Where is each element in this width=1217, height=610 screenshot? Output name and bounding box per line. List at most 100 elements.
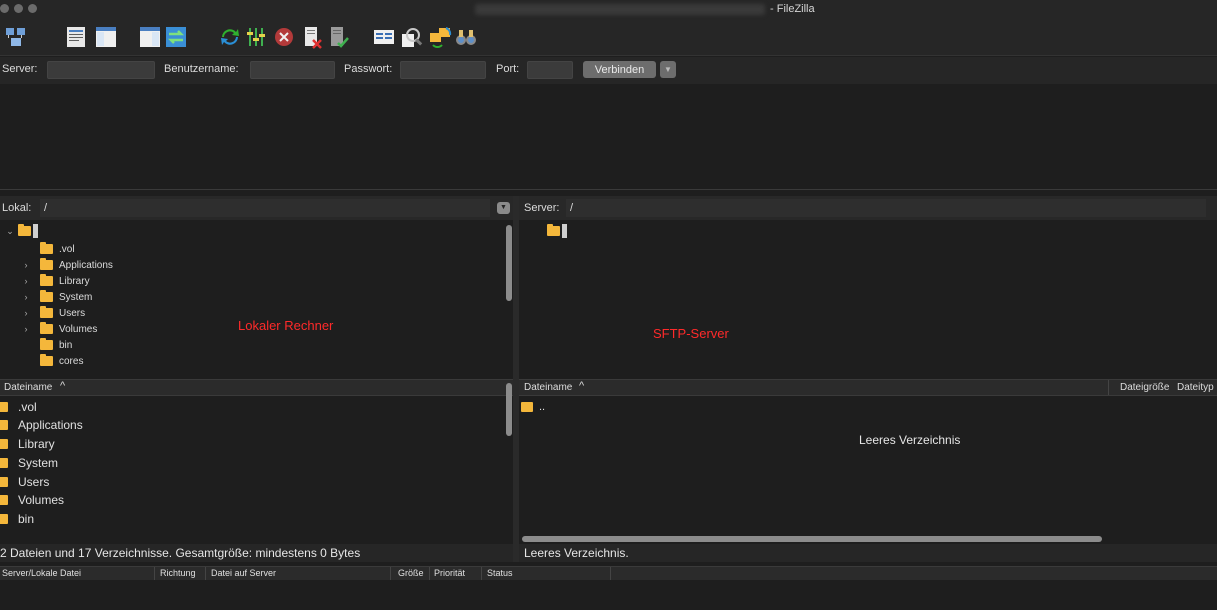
zoom-window-button[interactable] [28, 4, 37, 13]
folder-icon [40, 258, 53, 270]
queue-column-status[interactable]: Status [487, 568, 513, 578]
column-header-filetype[interactable]: Dateityp [1177, 382, 1214, 393]
file-row[interactable]: System [0, 453, 58, 472]
remote-file-list[interactable]: .. Leeres Verzeichnis [519, 397, 1217, 532]
chevron-right-icon[interactable]: › [20, 292, 32, 302]
column-separator [610, 567, 611, 581]
tree-item-label: .vol [59, 243, 75, 255]
sort-ascending-icon[interactable]: ^ [60, 380, 65, 392]
refresh-icon[interactable] [218, 25, 242, 49]
transfer-queue-header: Server/Lokale Datei Richtung Datei auf S… [0, 566, 1217, 581]
file-row[interactable]: Library [0, 434, 55, 453]
reconnect-icon[interactable] [326, 25, 350, 49]
local-path-dropdown-icon[interactable]: ▼ [497, 202, 510, 214]
local-directory-tree[interactable]: ⌄ .vol › Applications › Library › System… [0, 221, 513, 375]
toggle-message-log-icon[interactable] [64, 25, 88, 49]
column-separator [390, 567, 391, 581]
tree-item-root[interactable] [547, 223, 567, 239]
transfer-queue-list[interactable] [0, 580, 1217, 610]
chevron-right-icon[interactable]: › [20, 324, 32, 334]
file-row[interactable]: bin [0, 509, 34, 528]
tree-item[interactable]: › Users [20, 305, 85, 321]
file-row[interactable]: Volumes [0, 490, 64, 509]
title-bar: - FileZilla [0, 0, 1217, 22]
tree-item-label: Volumes [59, 323, 98, 335]
server-input[interactable] [47, 61, 155, 79]
tree-root-label [33, 224, 38, 238]
tree-item[interactable]: › Library [20, 273, 90, 289]
remote-path-input[interactable] [566, 199, 1206, 217]
filezilla-window: - FileZilla Server: Benutzername: Passwo… [0, 0, 1217, 610]
remote-status-bar: Leeres Verzeichnis. [519, 544, 1217, 562]
tree-item[interactable]: › Volumes [20, 321, 97, 337]
folder-icon [40, 274, 53, 286]
local-list-scrollbar[interactable] [506, 383, 512, 436]
folder-icon [40, 306, 53, 318]
file-row[interactable]: Applications [0, 415, 83, 434]
local-status-bar: 2 Dateien und 17 Verzeichnisse. Gesamtgr… [0, 544, 513, 562]
column-separator [481, 567, 482, 581]
remote-status-text: Leeres Verzeichnis. [524, 546, 629, 560]
chevron-right-icon[interactable]: › [20, 260, 32, 270]
queue-column-remote-file[interactable]: Datei auf Server [211, 568, 276, 578]
column-header-filesize[interactable]: Dateigröße [1120, 382, 1169, 393]
minimize-window-button[interactable] [14, 4, 23, 13]
remote-directory-tree[interactable]: SFTP-Server [519, 221, 1217, 375]
pane-splitter[interactable] [513, 196, 519, 562]
queue-column-priority[interactable]: Priorität [434, 568, 465, 578]
column-separator [205, 567, 206, 581]
process-queue-icon[interactable] [244, 25, 268, 49]
compare-directories-icon[interactable] [400, 25, 424, 49]
password-input[interactable] [400, 61, 486, 79]
tree-item-label: Applications [59, 259, 113, 271]
column-separator [154, 567, 155, 581]
tree-item[interactable]: › System [20, 289, 92, 305]
local-path-input[interactable] [40, 199, 490, 217]
sort-ascending-icon[interactable]: ^ [579, 380, 584, 392]
chevron-down-icon[interactable]: ⌄ [4, 226, 16, 237]
queue-column-size[interactable]: Größe [398, 568, 424, 578]
tree-item[interactable]: bin [28, 337, 72, 353]
synchronized-browsing-icon[interactable] [428, 25, 452, 49]
chevron-right-icon[interactable]: › [20, 308, 32, 318]
message-log[interactable] [0, 84, 1217, 190]
port-input[interactable] [527, 61, 573, 79]
remote-pane-annotation: SFTP-Server [653, 326, 729, 341]
site-manager-icon[interactable] [4, 25, 28, 49]
toggle-remote-tree-icon[interactable] [138, 25, 162, 49]
queue-column-direction[interactable]: Richtung [160, 568, 196, 578]
local-file-list[interactable]: .vol Applications Library System Users V… [0, 397, 513, 532]
remote-path-label: Server: [524, 202, 560, 214]
folder-icon [0, 494, 8, 505]
server-label: Server: [2, 63, 38, 75]
tree-item-root[interactable]: ⌄ [4, 223, 38, 239]
search-remote-icon[interactable] [454, 25, 478, 49]
chevron-right-icon[interactable]: › [20, 276, 32, 286]
file-row-parent-directory[interactable]: .. [521, 397, 545, 416]
file-row[interactable]: .vol [0, 397, 37, 416]
connect-history-dropdown-icon[interactable]: ▼ [660, 61, 676, 78]
close-window-button[interactable] [0, 4, 9, 13]
remote-list-horizontal-scrollbar[interactable] [522, 536, 1102, 542]
tree-item-label: Library [59, 275, 90, 287]
tree-item-label: System [59, 291, 93, 303]
tree-item[interactable]: › Applications [20, 257, 113, 273]
disconnect-icon[interactable] [300, 25, 324, 49]
toggle-local-tree-icon[interactable] [94, 25, 118, 49]
queue-column-server-file[interactable]: Server/Lokale Datei [2, 568, 81, 578]
toggle-transfer-queue-icon[interactable] [164, 25, 188, 49]
file-row[interactable]: Users [0, 472, 49, 491]
tree-item[interactable]: .vol [28, 241, 75, 257]
directory-filter-icon[interactable] [372, 25, 396, 49]
file-name: Applications [18, 417, 83, 432]
tree-item[interactable]: cores [28, 353, 83, 369]
cancel-operation-icon[interactable] [272, 25, 296, 49]
local-pane-annotation: Lokaler Rechner [238, 318, 334, 333]
local-tree-scrollbar[interactable] [506, 225, 512, 301]
username-input[interactable] [250, 61, 335, 79]
column-header-filename[interactable]: Dateiname [4, 382, 52, 393]
column-header-filename[interactable]: Dateiname [524, 382, 572, 393]
folder-icon [40, 322, 53, 334]
empty-directory-message: Leeres Verzeichnis [859, 433, 961, 447]
connect-button[interactable]: Verbinden [583, 61, 656, 78]
